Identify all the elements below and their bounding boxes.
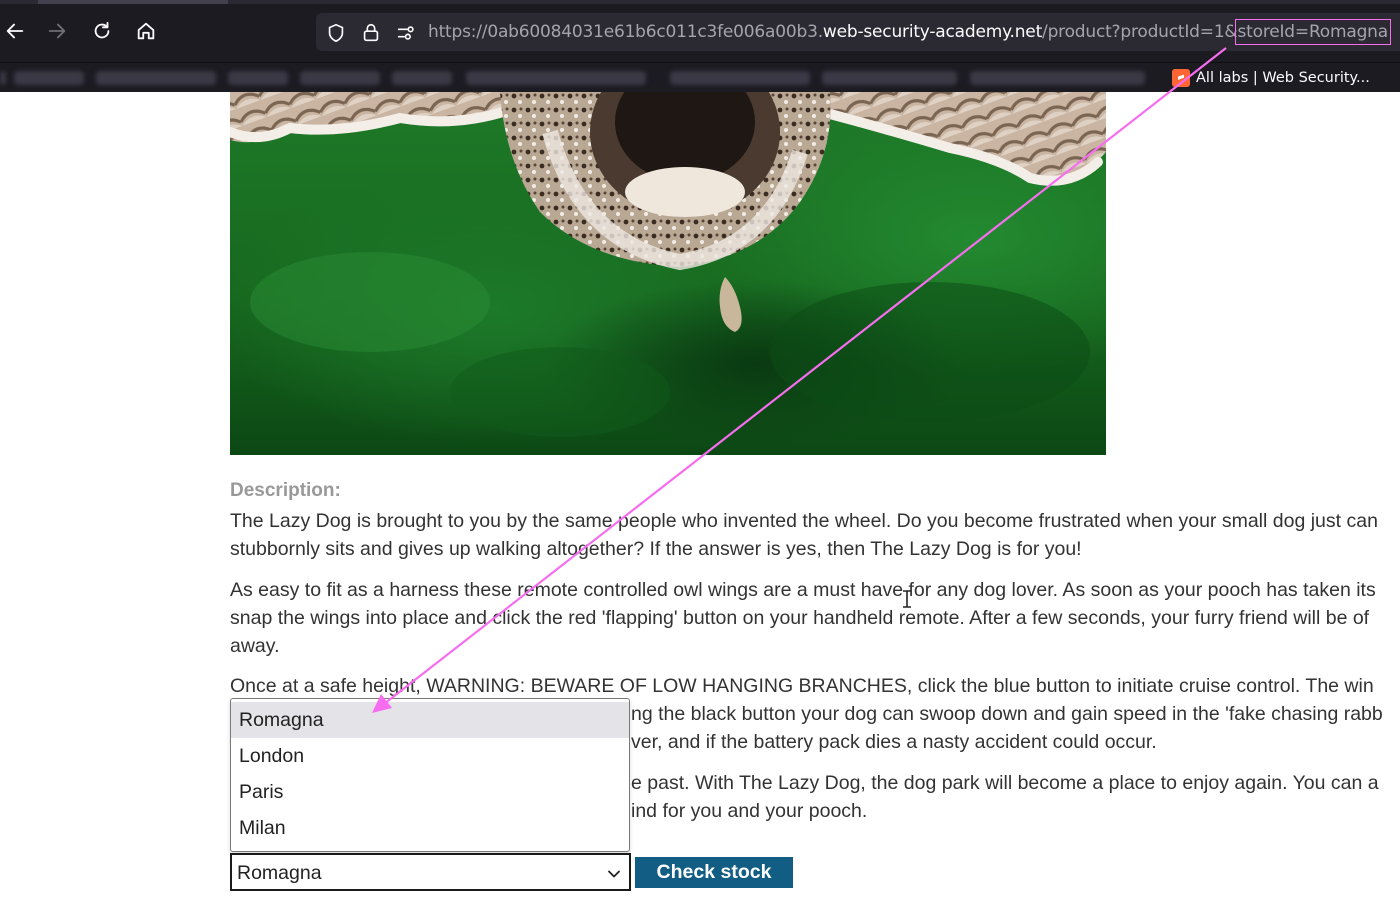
bookmark-blurred[interactable] bbox=[670, 71, 810, 85]
site-permissions-icon[interactable] bbox=[395, 22, 417, 44]
bookmark-blurred[interactable] bbox=[0, 71, 6, 85]
store-option-london[interactable]: London bbox=[231, 738, 629, 774]
description-line: The Lazy Dog is brought to you by the sa… bbox=[230, 510, 1378, 532]
address-bar[interactable]: https://0ab60084031e61b6c011c3fe006a00b3… bbox=[316, 13, 1400, 51]
url-prefix: https://0ab60084031e61b6c011c3fe006a00b3… bbox=[428, 22, 823, 42]
bookmark-blurred[interactable] bbox=[970, 71, 1145, 85]
text-cursor-icon bbox=[903, 590, 911, 608]
url-domain: web-security-academy.net bbox=[822, 22, 1043, 42]
lock-icon[interactable] bbox=[360, 22, 382, 44]
home-icon[interactable] bbox=[131, 16, 161, 46]
description-line: As easy to fit as a harness these remote… bbox=[230, 579, 1376, 601]
store-option-paris[interactable]: Paris bbox=[231, 774, 629, 810]
bookmark-blurred[interactable] bbox=[300, 71, 380, 85]
store-dropdown-list[interactable]: Romagna London Paris Milan bbox=[230, 698, 630, 852]
check-stock-button[interactable]: Check stock bbox=[635, 857, 793, 888]
shield-icon[interactable] bbox=[325, 22, 347, 44]
description-line: snap the wings into place and click the … bbox=[230, 607, 1370, 629]
description-line-partial: e past. With The Lazy Dog, the dog park … bbox=[631, 772, 1379, 794]
bookmark-blurred[interactable] bbox=[96, 71, 216, 85]
description-line-partial: ng the black button your dog can swoop d… bbox=[631, 703, 1383, 725]
bookmark-blurred[interactable] bbox=[466, 71, 646, 85]
description-line: stubbornly sits and gives up walking alt… bbox=[230, 538, 1082, 560]
description-line: away. bbox=[230, 635, 280, 657]
forward-icon[interactable] bbox=[42, 16, 72, 46]
dog-with-owl-wings-illustration bbox=[230, 92, 1106, 437]
store-select[interactable]: Romagna bbox=[230, 853, 631, 891]
bookmarks-bar: All labs | Web Security... bbox=[0, 62, 1400, 92]
bookmark-all-labs[interactable]: All labs | Web Security... bbox=[1172, 67, 1370, 89]
description-heading: Description: bbox=[230, 480, 341, 501]
reload-icon[interactable] bbox=[87, 16, 117, 46]
store-select-value: Romagna bbox=[237, 862, 322, 884]
back-icon[interactable] bbox=[0, 16, 30, 46]
url-path: /product?productId=1& bbox=[1042, 22, 1238, 42]
bookmark-label: All labs | Web Security... bbox=[1196, 70, 1370, 86]
product-image bbox=[230, 92, 1106, 455]
active-tab-edge[interactable] bbox=[38, 0, 228, 4]
bookmark-blurred[interactable] bbox=[228, 71, 288, 85]
description-line-partial: ver, and if the battery pack dies a nast… bbox=[631, 731, 1157, 753]
lightning-icon bbox=[1172, 69, 1190, 87]
url-storeid-param-highlight: storeId=Romagna bbox=[1234, 19, 1391, 45]
tab-strip bbox=[0, 0, 1400, 4]
store-option-romagna[interactable]: Romagna bbox=[231, 702, 629, 738]
description-line: Once at a safe height, WARNING: BEWARE O… bbox=[230, 675, 1374, 697]
bookmark-blurred[interactable] bbox=[14, 71, 84, 85]
bookmark-blurred[interactable] bbox=[392, 71, 452, 85]
chevron-down-icon bbox=[608, 870, 620, 878]
browser-toolbar: https://0ab60084031e61b6c011c3fe006a00b3… bbox=[0, 0, 1400, 62]
store-option-milan[interactable]: Milan bbox=[231, 810, 629, 846]
url-text[interactable]: https://0ab60084031e61b6c011c3fe006a00b3… bbox=[428, 19, 1391, 45]
bookmark-blurred[interactable] bbox=[822, 71, 957, 85]
description-line-partial: ind for you and your pooch. bbox=[631, 800, 868, 822]
